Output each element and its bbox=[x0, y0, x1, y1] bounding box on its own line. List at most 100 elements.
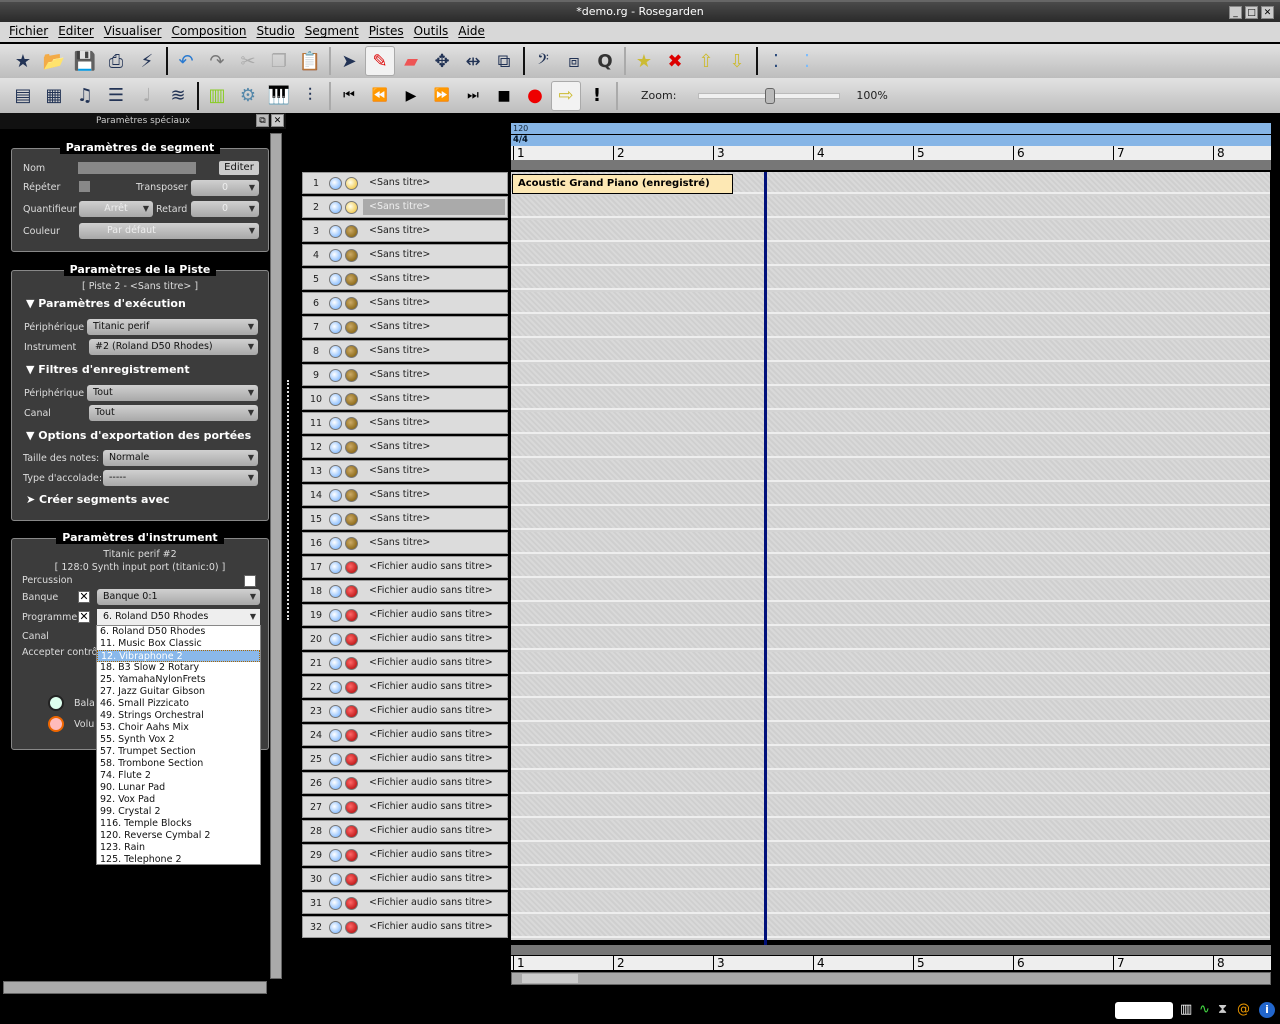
close-panel-button[interactable]: ✕ bbox=[271, 114, 284, 127]
mute-led-icon[interactable] bbox=[329, 873, 342, 886]
track-lane[interactable] bbox=[511, 628, 1270, 650]
track-row[interactable]: 25 <Fichier audio sans titre> bbox=[302, 748, 508, 770]
track-lane[interactable] bbox=[511, 196, 1270, 218]
menu-aide[interactable]: Aide bbox=[453, 22, 490, 42]
select-tool-icon[interactable]: ➤ bbox=[334, 46, 364, 76]
mute-led-icon[interactable] bbox=[329, 801, 342, 814]
program-option[interactable]: 57. Trumpet Section bbox=[97, 746, 260, 758]
mute-led-icon[interactable] bbox=[329, 321, 342, 334]
track-lane[interactable] bbox=[511, 796, 1270, 818]
track-row[interactable]: 14 <Sans titre> bbox=[302, 484, 508, 506]
erase-tool-icon[interactable]: ▰ bbox=[396, 46, 426, 76]
program-option[interactable]: 6. Roland D50 Rhodes bbox=[97, 626, 260, 638]
track-label[interactable]: <Sans titre> bbox=[363, 439, 505, 455]
record-led-icon[interactable] bbox=[345, 657, 358, 670]
new-file-icon[interactable]: ★ bbox=[8, 46, 38, 76]
program-checkbox[interactable]: ✕ bbox=[78, 611, 90, 623]
program-option[interactable]: 25. YamahaNylonFrets bbox=[97, 674, 260, 686]
record-led-icon[interactable] bbox=[345, 321, 358, 334]
mute-led-icon[interactable] bbox=[329, 537, 342, 550]
program-option[interactable]: 46. Small Pizzicato bbox=[97, 698, 260, 710]
program-option[interactable]: 92. Vox Pad bbox=[97, 794, 260, 806]
move-track-down-icon[interactable]: ⇩ bbox=[722, 46, 752, 76]
track-lane[interactable] bbox=[511, 724, 1270, 746]
track-row[interactable]: 9 <Sans titre> bbox=[302, 364, 508, 386]
track-label[interactable]: <Sans titre> bbox=[363, 319, 505, 335]
bar-ruler-top[interactable]: 1 2 3 4 5 6 7 8 bbox=[511, 146, 1271, 160]
info-icon[interactable]: i bbox=[1259, 1002, 1275, 1018]
panel-vertical-scrollbar[interactable] bbox=[270, 133, 282, 979]
track-lane[interactable] bbox=[511, 220, 1270, 242]
track-lane[interactable] bbox=[511, 388, 1270, 410]
rewind-to-start-icon[interactable]: ⏮ bbox=[334, 81, 364, 111]
mute-led-icon[interactable] bbox=[329, 585, 342, 598]
track-label[interactable]: <Sans titre> bbox=[363, 535, 505, 551]
track-lane[interactable] bbox=[511, 676, 1270, 698]
track-label[interactable]: <Sans titre> bbox=[363, 343, 505, 359]
transpose-combo[interactable]: 0 bbox=[191, 180, 259, 196]
menu-segment[interactable]: Segment bbox=[300, 22, 364, 42]
audio-editor-icon[interactable]: ♩ bbox=[132, 81, 162, 111]
export-options-toggle[interactable]: ▼ Options d'exportation des portées bbox=[26, 429, 251, 442]
record-led-icon[interactable] bbox=[345, 609, 358, 622]
menu-pistes[interactable]: Pistes bbox=[364, 22, 409, 42]
mute-led-icon[interactable] bbox=[329, 825, 342, 838]
record-led-icon[interactable] bbox=[345, 297, 358, 310]
track-row[interactable]: 20 <Fichier audio sans titre> bbox=[302, 628, 508, 650]
add-track-icon[interactable]: ★ bbox=[629, 46, 659, 76]
float-panel-button[interactable]: ⧉ bbox=[256, 114, 269, 127]
close-button[interactable]: ✕ bbox=[1261, 6, 1274, 19]
rec-device-combo[interactable]: Tout bbox=[87, 385, 258, 401]
track-label[interactable]: <Fichier audio sans titre> bbox=[363, 559, 505, 575]
maximize-button[interactable]: □ bbox=[1245, 6, 1258, 19]
mute-led-icon[interactable] bbox=[329, 369, 342, 382]
record-led-icon[interactable] bbox=[345, 441, 358, 454]
program-option[interactable]: 27. Jazz Guitar Gibson bbox=[97, 686, 260, 698]
loop-ruler-bottom[interactable] bbox=[511, 945, 1271, 955]
menu-outils[interactable]: Outils bbox=[409, 22, 454, 42]
track-row[interactable]: 29 <Fichier audio sans titre> bbox=[302, 844, 508, 866]
channel-combo[interactable]: Tout bbox=[89, 405, 258, 421]
record-led-icon[interactable] bbox=[345, 489, 358, 502]
record-led-icon[interactable] bbox=[345, 537, 358, 550]
program-option[interactable]: 120. Reverse Cymbal 2 bbox=[97, 830, 260, 842]
notation-editor-icon[interactable]: ▦ bbox=[39, 81, 69, 111]
delete-track-icon[interactable]: ✖ bbox=[660, 46, 690, 76]
piano-mixer-icon[interactable]: 🎹 bbox=[264, 81, 294, 111]
repeat-checkbox[interactable] bbox=[79, 181, 90, 192]
track-label[interactable]: <Fichier audio sans titre> bbox=[363, 847, 505, 863]
track-lane[interactable] bbox=[511, 412, 1270, 434]
track-label[interactable]: <Sans titre> bbox=[363, 223, 505, 239]
quantize-icon[interactable]: Q bbox=[590, 46, 620, 76]
track-label[interactable]: <Fichier audio sans titre> bbox=[363, 775, 505, 791]
track-label[interactable]: <Fichier audio sans titre> bbox=[363, 919, 505, 935]
canvas-horizontal-scrollbar[interactable] bbox=[511, 972, 1271, 985]
track-lane[interactable] bbox=[511, 268, 1270, 290]
mute-all-icon[interactable]: ⁚ bbox=[761, 46, 791, 76]
track-lane[interactable] bbox=[511, 532, 1270, 554]
bar-ruler-bottom[interactable]: 1 2 3 4 5 6 7 8 bbox=[511, 956, 1271, 970]
move-track-up-icon[interactable]: ⇧ bbox=[691, 46, 721, 76]
track-label[interactable]: <Sans titre> bbox=[363, 295, 505, 311]
track-lane[interactable] bbox=[511, 436, 1270, 458]
track-lane[interactable] bbox=[511, 652, 1270, 674]
mute-led-icon[interactable] bbox=[329, 633, 342, 646]
program-option[interactable]: 99. Crystal 2 bbox=[97, 806, 260, 818]
volume-knob[interactable] bbox=[48, 716, 64, 732]
program-option[interactable]: 53. Choir Aahs Mix bbox=[97, 722, 260, 734]
track-lane[interactable] bbox=[511, 844, 1270, 866]
segment-canvas[interactable] bbox=[511, 172, 1270, 940]
track-row[interactable]: 2 <Sans titre> bbox=[302, 196, 508, 218]
playback-pointer[interactable] bbox=[764, 172, 767, 946]
matrix-editor-icon[interactable]: ▤ bbox=[8, 81, 38, 111]
bank-checkbox[interactable]: ✕ bbox=[78, 591, 90, 603]
record-led-icon[interactable] bbox=[345, 825, 358, 838]
mute-led-icon[interactable] bbox=[329, 513, 342, 526]
menu-studio[interactable]: Studio bbox=[251, 22, 299, 42]
create-segments-toggle[interactable]: ➤ Créer segments avec bbox=[26, 493, 170, 506]
mute-led-icon[interactable] bbox=[329, 753, 342, 766]
delay-combo[interactable]: 0 bbox=[191, 201, 259, 217]
track-row[interactable]: 23 <Fichier audio sans titre> bbox=[302, 700, 508, 722]
tempo-ruler[interactable]: 120 bbox=[511, 123, 1271, 134]
track-row[interactable]: 30 <Fichier audio sans titre> bbox=[302, 868, 508, 890]
